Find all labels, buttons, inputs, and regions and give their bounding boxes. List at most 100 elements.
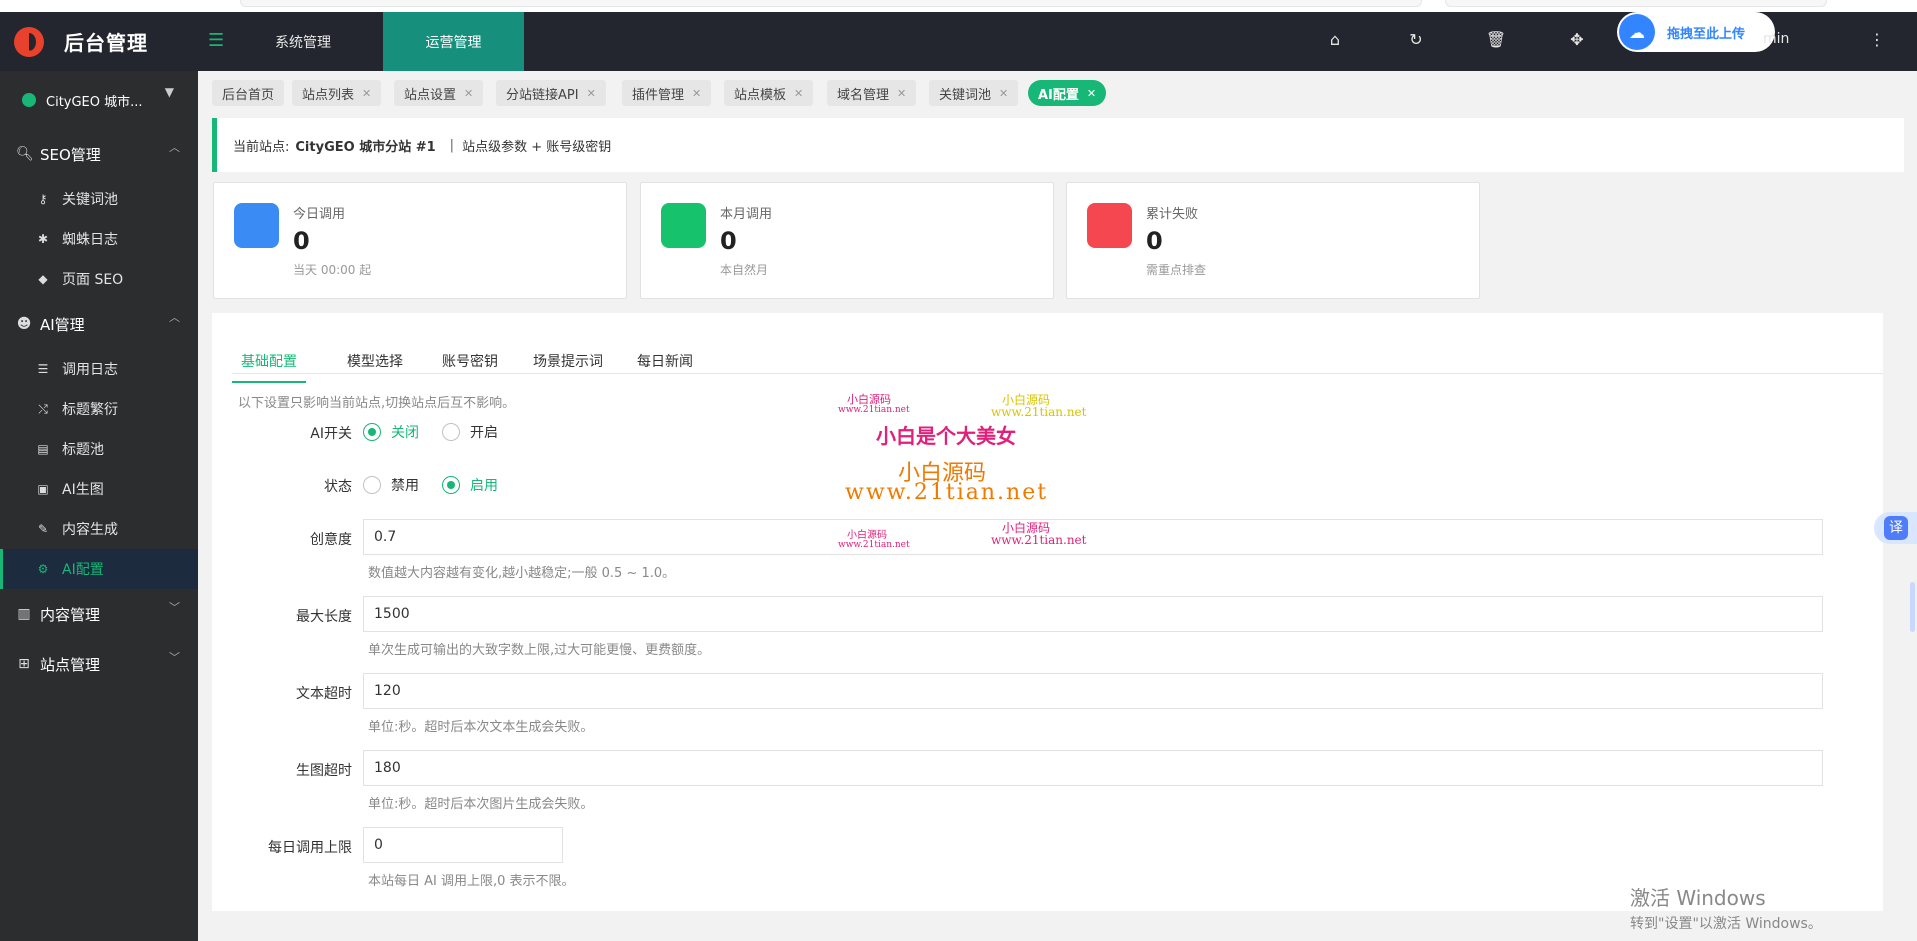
menu-group-ai: ☻ AI管理 ︿ ☰ 调用日志 ⤭ 标题繁衍 ▤ 标题池 ▣ AI生图 ✎ 内容… [0,299,198,589]
page-tabs-bar: 后台首页 站点列表 ✕ 站点设置 ✕ 分站链接API ✕ 插件管理 ✕ 站点模板 ✕ 域名… [198,71,1917,113]
user-name[interactable]: min [1763,31,1789,47]
close-icon[interactable]: ✕ [587,87,596,100]
nav-tab-system[interactable]: 系统管理 [248,12,358,71]
chevron-up-icon: ︿ [169,311,180,324]
trash-icon[interactable]: 🗑︎ [1485,30,1507,52]
sidebar-item-page-seo[interactable]: ◆ 页面 SEO [0,259,198,299]
chevron-up-icon: ︿ [169,141,180,154]
tab-daily-news[interactable]: 每日新闻 [637,341,693,381]
image-icon: ▣ [37,482,49,496]
menu-head-content[interactable]: ▥ 内容管理 ﹀ [0,589,198,639]
list-icon: ☰ [37,362,49,376]
translate-button[interactable]: 译 [1874,512,1917,544]
scrollbar[interactable] [1910,582,1915,632]
globe-icon [22,93,36,107]
close-icon[interactable]: ✕ [362,87,371,100]
menu-fold-icon[interactable]: ☰ [208,30,224,51]
page-tab-plugins[interactable]: 插件管理 ✕ [622,80,712,106]
watermark-text: www.21tian.net [991,533,1087,547]
tab-basic-config[interactable]: 基础配置 [232,341,306,383]
sidebar-item-label: AI生图 [62,482,104,498]
tab-account-keys[interactable]: 账号密钥 [442,341,498,381]
tab-scene-prompts[interactable]: 场景提示词 [533,341,603,381]
stat-label: 今日调用 [293,207,346,222]
menu-head-seo[interactable]: 🔍︎ SEO管理 ︿ [0,129,198,179]
watermark-text: 小白是个大美女 [876,424,1016,448]
stat-color-block [234,203,279,248]
page-tab-ai-config[interactable]: AI配置 ✕ [1028,80,1107,106]
page-tab-templates[interactable]: 站点模板 ✕ [724,80,814,106]
watermark-text: www.21tian.net [838,540,910,550]
page-tab-site-settings[interactable]: 站点设置 ✕ [394,80,484,106]
current-site-notice: 当前站点: CityGEO 城市分站 #1 | 站点级参数 + 账号级密钥 [212,118,1904,172]
close-icon[interactable]: ✕ [999,87,1008,100]
nav-tab-operations[interactable]: 运营管理 [383,12,524,71]
sidebar-item-label: 标题繁衍 [62,402,118,418]
gear-icon: ⚙ [37,562,49,576]
creativity-input[interactable]: 0.7 [363,519,1823,555]
upload-drop-pill[interactable]: ☁ 拖拽至此上传 [1617,12,1775,52]
site-selector[interactable]: CityGEO 城市... ▼ [0,71,198,129]
radio-status-disabled[interactable]: 禁用 [363,475,419,495]
page-tab-home[interactable]: 后台首页 [212,80,285,106]
translate-icon: 译 [1884,516,1908,540]
move-icon[interactable]: ✥ [1566,30,1588,52]
home-icon[interactable]: ⌂ [1324,30,1346,52]
close-icon[interactable]: ✕ [464,87,473,100]
close-icon[interactable]: ✕ [1087,87,1096,100]
sidebar-item-ai-config[interactable]: ⚙ AI配置 [0,549,198,589]
text-timeout-input[interactable]: 120 [363,673,1823,709]
page-tab-keyword-pool[interactable]: 关键词池 ✕ [929,80,1019,106]
page-tab-site-list[interactable]: 站点列表 ✕ [292,80,382,106]
close-icon[interactable]: ✕ [692,87,701,100]
menu-group-content: ▥ 内容管理 ﹀ [0,589,198,639]
watermark-text: www.21tian.net [838,405,910,415]
refresh-icon[interactable]: ↻ [1405,30,1427,52]
menu-group-seo: 🔍︎ SEO管理 ︿ ⚷ 关键词池 ✱ 蜘蛛日志 ◆ 页面 SEO [0,129,198,299]
sidebar-item-keyword-pool[interactable]: ⚷ 关键词池 [0,179,198,219]
radio-status-enabled[interactable]: 启用 [442,475,498,495]
tag-icon: ◆ [38,272,48,286]
radio-dot [442,476,460,494]
radio-ai-off[interactable]: 关闭 [363,422,419,442]
sidebar-item-title-derive[interactable]: ⤭ 标题繁衍 [0,389,198,429]
sidebar-item-call-log[interactable]: ☰ 调用日志 [0,349,198,389]
sidebar-item-label: 蜘蛛日志 [62,232,118,248]
stat-color-block [661,203,706,248]
radio-label: 开启 [470,425,498,441]
browser-top-strip [0,0,1917,12]
menu-group-site: ⊞ 站点管理 ﹀ [0,639,198,689]
sidebar-item-content-gen[interactable]: ✎ 内容生成 [0,509,198,549]
sidebar-item-label: 关键词池 [62,192,118,208]
sidebar-item-ai-image[interactable]: ▣ AI生图 [0,469,198,509]
max-length-help: 单次生成可输出的大致字数上限,过大可能更慢、更费额度。 [368,643,711,658]
pencil-icon: ✎ [37,522,49,536]
image-timeout-input[interactable]: 180 [363,750,1823,786]
close-icon[interactable]: ✕ [897,87,906,100]
tab-model-select[interactable]: 模型选择 [347,341,403,381]
sidebar-item-label: 调用日志 [62,362,118,378]
sidebar-item-spider-log[interactable]: ✱ 蜘蛛日志 [0,219,198,259]
page-tab-link-api[interactable]: 分站链接API ✕ [496,80,606,106]
page-tab-label: 站点模板 [734,87,787,103]
sidebar-item-label: 页面 SEO [62,272,124,288]
stat-value: 0 [1146,227,1163,255]
close-icon[interactable]: ✕ [794,87,803,100]
stat-value: 0 [293,227,310,255]
windows-activation-sub: 转到"设置"以激活 Windows。 [1630,916,1822,932]
radio-ai-on[interactable]: 开启 [442,422,498,442]
menu-head-site[interactable]: ⊞ 站点管理 ﹀ [0,639,198,689]
more-icon[interactable]: ⋮ [1866,30,1888,52]
shuffle-icon: ⤭ [38,401,48,416]
max-length-input[interactable]: 1500 [363,596,1823,632]
page-tab-domains[interactable]: 域名管理 ✕ [827,80,917,106]
field-label-ai-switch: AI开关 [310,426,352,442]
page-tab-label: 域名管理 [837,87,890,103]
upload-pill-label: 拖拽至此上传 [1667,26,1746,42]
daily-limit-input[interactable]: 0 [363,827,563,863]
stat-label: 本月调用 [720,207,773,222]
sidebar-item-label: 标题池 [62,442,104,458]
watermark-text: 小白源码 [847,530,887,541]
sidebar-item-title-pool[interactable]: ▤ 标题池 [0,429,198,469]
menu-head-ai[interactable]: ☻ AI管理 ︿ [0,299,198,349]
